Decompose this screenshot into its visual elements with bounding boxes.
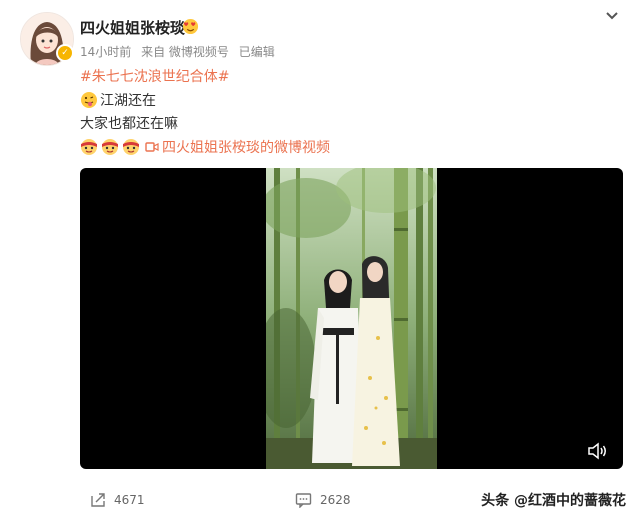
weibo-video-link[interactable]: 四火姐姐张桉琰的微博视频 (145, 137, 330, 157)
post-meta: 14小时前 来自 微博视频号 已编辑 (80, 43, 281, 60)
verified-badge-icon: ✓ (56, 44, 74, 62)
heart-eyes-emoji-icon (182, 18, 199, 35)
post-text-line-2: 大家也都还在嘛 (80, 116, 178, 132)
post-line-1: 江湖还在 (80, 90, 156, 110)
video-camera-icon (145, 142, 159, 152)
video-player[interactable] (80, 168, 623, 469)
mask-face-emoji-icon (81, 139, 97, 155)
post-source: 来自 微博视频号 (141, 45, 229, 59)
post-time[interactable]: 14小时前 (80, 45, 131, 59)
repost-count: 4671 (114, 493, 145, 507)
comment-button[interactable]: 2628 (295, 492, 351, 508)
weibo-video-link-label: 四火姐姐张桉琰的微博视频 (162, 140, 330, 156)
comment-icon (295, 493, 312, 508)
repost-button[interactable]: 4671 (90, 492, 145, 508)
post-line-3: 四火姐姐张桉琰的微博视频 (80, 137, 330, 157)
post-text-line-1: 江湖还在 (100, 93, 156, 109)
mask-face-emoji-icon (102, 139, 118, 155)
edited-label[interactable]: 已编辑 (239, 45, 275, 59)
mask-face-emoji-icon (123, 139, 139, 155)
chevron-down-icon[interactable] (604, 8, 620, 24)
comment-count: 2628 (320, 493, 351, 507)
repost-icon (91, 493, 105, 507)
video-frame-bamboo-scene (266, 168, 437, 469)
volume-icon[interactable] (587, 441, 609, 461)
watermark: 头条 @红酒中的蔷薇花 (481, 493, 626, 509)
tongue-emoji-icon (81, 92, 97, 108)
username[interactable]: 四火姐姐张桉琰 (80, 17, 185, 38)
hashtag-link[interactable]: #朱七七沈浪世纪合体# (80, 66, 229, 86)
